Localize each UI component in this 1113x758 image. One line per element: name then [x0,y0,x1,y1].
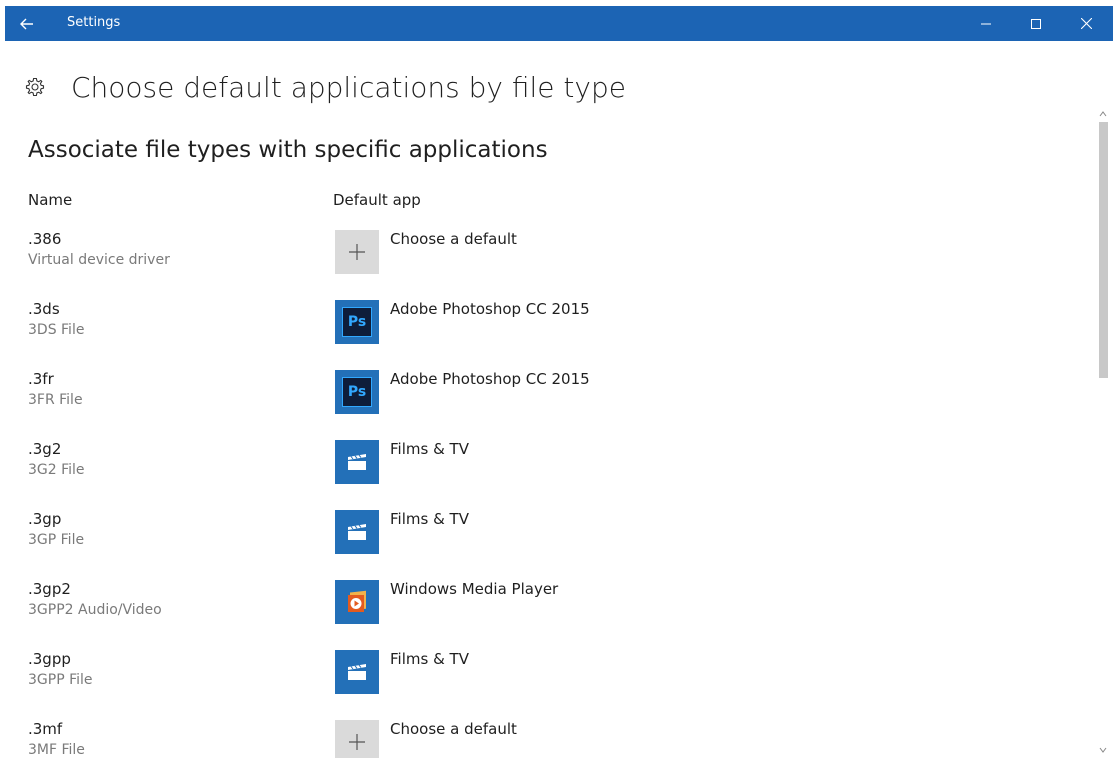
maximize-button[interactable] [1013,6,1059,41]
choose-default-button[interactable]: Choose a default [335,720,695,758]
app-tile: Ps [335,370,379,414]
file-extension: .3fr [28,370,54,388]
list-item: .3mf 3MF File Choose a default [5,720,1095,758]
back-button[interactable] [5,6,49,41]
films-tv-icon [348,454,366,470]
file-description: 3GP File [28,532,85,548]
settings-window: Settings Choose default applications by … [5,6,1113,758]
file-description: 3DS File [28,322,85,338]
app-tile [335,230,379,274]
app-tile: Ps [335,300,379,344]
app-name: Films & TV [390,650,469,668]
column-header-name: Name [28,191,73,209]
page-title: Choose default applications by file type [71,70,626,104]
list-item: .3gpp 3GPP File Films & TV [5,650,1095,720]
choose-default-button[interactable]: Choose a default [335,230,695,276]
page-header: Choose default applications by file type [25,68,626,106]
list-item: .3g2 3G2 File Films & TV [5,440,1095,510]
plus-icon [349,734,365,750]
app-tile [335,580,379,624]
close-button[interactable] [1063,6,1109,41]
column-header-default-app: Default app [333,191,421,209]
scroll-thumb[interactable] [1099,122,1108,378]
app-name: Adobe Photoshop CC 2015 [390,370,590,388]
minimize-button[interactable] [963,6,1009,41]
file-extension: .3gp [28,510,62,528]
films-tv-icon [348,664,366,680]
file-extension: .3gp2 [28,580,71,598]
file-description: 3GPP2 Audio/Video [28,602,162,618]
default-app-button[interactable]: Ps Adobe Photoshop CC 2015 [335,300,695,346]
list-item: .3ds 3DS File Ps Adobe Photoshop CC 2015 [5,300,1095,370]
scroll-down-arrow-icon[interactable] [1099,746,1107,754]
list-item: .3fr 3FR File Ps Adobe Photoshop CC 2015 [5,370,1095,440]
list-item: .386 Virtual device driver Choose a defa… [5,230,1095,300]
app-tile [335,650,379,694]
scroll-up-arrow-icon[interactable] [1099,110,1107,118]
minimize-icon [981,23,991,24]
app-name: Adobe Photoshop CC 2015 [390,300,590,318]
file-description: Virtual device driver [28,252,170,268]
app-tile [335,440,379,484]
app-name: Choose a default [390,230,517,248]
maximize-icon [1031,18,1041,29]
file-description: 3MF File [28,742,85,758]
file-description: 3G2 File [28,462,85,478]
file-description: 3GPP File [28,672,93,688]
close-icon [1080,18,1092,29]
list-item: .3gp2 3GPP2 Audio/Video Windows Media Pl… [5,580,1095,650]
app-tile [335,720,379,758]
default-app-button[interactable]: Windows Media Player [335,580,695,626]
app-name: Choose a default [390,720,517,738]
section-title: Associate file types with specific appli… [28,137,548,163]
app-tile [335,510,379,554]
back-arrow-icon [20,18,33,29]
photoshop-icon: Ps [342,307,372,337]
default-app-button[interactable]: Ps Adobe Photoshop CC 2015 [335,370,695,416]
plus-icon [349,244,365,260]
title-bar: Settings [5,6,1113,41]
file-extension: .3g2 [28,440,62,458]
windows-media-player-icon [348,590,366,612]
photoshop-icon: Ps [342,377,372,407]
app-name: Films & TV [390,440,469,458]
gear-icon [25,77,45,97]
file-extension: .386 [28,230,62,248]
app-name: Films & TV [390,510,469,528]
default-app-button[interactable]: Films & TV [335,650,695,696]
films-tv-icon [348,524,366,540]
file-extension: .3gpp [28,650,71,668]
list-item: .3gp 3GP File Films & TV [5,510,1095,580]
app-name: Windows Media Player [390,580,559,598]
default-app-button[interactable]: Films & TV [335,510,695,556]
default-app-button[interactable]: Films & TV [335,440,695,486]
file-description: 3FR File [28,392,83,408]
window-title: Settings [67,15,121,30]
file-extension: .3ds [28,300,60,318]
file-extension: .3mf [28,720,63,738]
vertical-scrollbar[interactable] [1097,110,1109,758]
